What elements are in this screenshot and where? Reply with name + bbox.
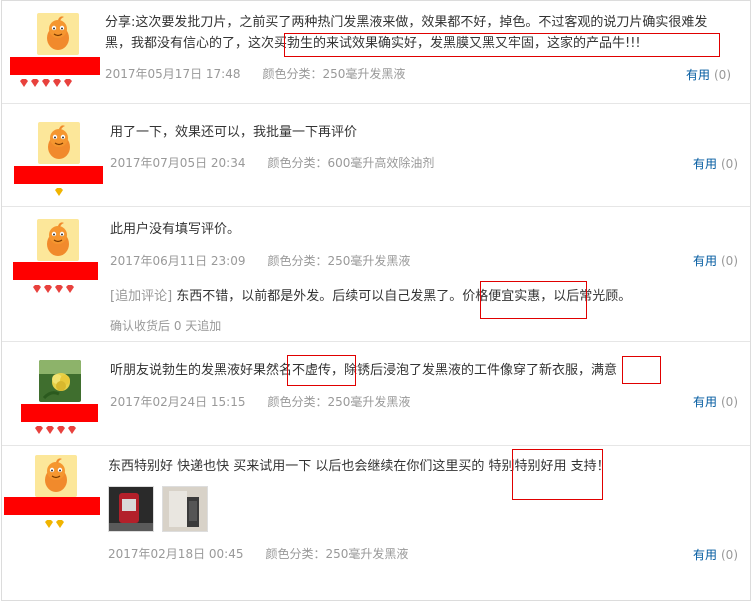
review-sku: 颜色分类：250毫升发黑液 bbox=[262, 67, 406, 81]
user-rank-badges bbox=[54, 187, 64, 199]
useful-count: (0) bbox=[721, 157, 738, 171]
review-date: 2017年02月24日 15:15 bbox=[110, 395, 246, 409]
useful-label[interactable]: 有用 bbox=[693, 157, 717, 171]
review-sku: 颜色分类：250毫升发黑液 bbox=[267, 395, 411, 409]
user-avatar[interactable] bbox=[37, 13, 79, 55]
diamond-icon bbox=[57, 426, 65, 434]
useful-button[interactable]: 有用 (0) bbox=[686, 66, 731, 83]
review-text: 听朋友说勃生的发黑液好果然名不虚传，除锈后浸泡了发黑液的工件像穿了新衣服，满意 bbox=[110, 363, 618, 378]
user-rank-badges bbox=[19, 78, 73, 90]
diamond-icon bbox=[35, 426, 43, 434]
review-meta: 2017年05月17日 17:48 颜色分类：250毫升发黑液 bbox=[105, 65, 405, 82]
user-rank-badges bbox=[34, 425, 77, 437]
redacted-username bbox=[4, 497, 100, 515]
useful-label[interactable]: 有用 bbox=[693, 254, 717, 268]
append-review: [追加评论] 东西不错，以前都是外发。后续可以自己发黑了。价格便宜实惠，以后常光… bbox=[110, 286, 734, 307]
review-meta: 2017年02月18日 00:45 颜色分类：250毫升发黑液 bbox=[108, 545, 408, 562]
append-note: 确认收货后 0 天追加 bbox=[110, 319, 222, 333]
redacted-username bbox=[14, 166, 103, 184]
diamond-icon bbox=[53, 79, 61, 87]
review-text: 分享:这次要发批刀片，之前买了两种热门发黑液来做，效果都不好，掉色。不过客观的说… bbox=[105, 15, 708, 51]
redacted-username bbox=[13, 262, 98, 280]
diamond-icon bbox=[20, 79, 28, 87]
useful-count: (0) bbox=[714, 68, 731, 82]
review-date: 2017年02月18日 00:45 bbox=[108, 547, 244, 561]
user-rank-badges bbox=[44, 519, 65, 531]
review-divider bbox=[2, 445, 750, 446]
useful-count: (0) bbox=[721, 254, 738, 268]
useful-label[interactable]: 有用 bbox=[693, 395, 717, 409]
photo-thumbnail[interactable] bbox=[162, 486, 208, 532]
product-photo-icon bbox=[109, 487, 153, 531]
diamond-icon bbox=[64, 79, 72, 87]
user-rank-badges bbox=[32, 284, 75, 296]
useful-label[interactable]: 有用 bbox=[693, 548, 717, 562]
review-date: 2017年07月05日 20:34 bbox=[110, 156, 246, 170]
photo-thumbnail[interactable] bbox=[108, 486, 154, 532]
user-avatar[interactable] bbox=[39, 360, 81, 402]
user-avatar[interactable] bbox=[35, 455, 77, 497]
useful-count: (0) bbox=[721, 548, 738, 562]
redacted-username bbox=[10, 57, 100, 75]
gold-diamond-icon bbox=[45, 520, 53, 528]
mascot-avatar-icon bbox=[35, 455, 77, 497]
review-meta: 2017年02月24日 15:15 颜色分类：250毫升发黑液 bbox=[110, 393, 410, 410]
mascot-avatar-icon bbox=[38, 122, 80, 164]
append-text: 东西不错，以前都是外发。后续可以自己发黑了。价格便宜实惠，以后常光顾。 bbox=[176, 289, 632, 304]
useful-button[interactable]: 有用 (0) bbox=[693, 252, 738, 269]
review-text: 用了一下，效果还可以，我批量一下再评价 bbox=[110, 125, 358, 140]
review-sku: 颜色分类：250毫升发黑液 bbox=[267, 254, 411, 268]
mascot-avatar-icon bbox=[37, 13, 79, 55]
review-text: 东西特别好 快递也快 买来试用一下 以后也会继续在你们这里买的 特别特别好用 支… bbox=[108, 459, 610, 474]
review-date: 2017年05月17日 17:48 bbox=[105, 67, 241, 81]
review-sku: 颜色分类：600毫升高效除油剂 bbox=[267, 156, 435, 170]
useful-label[interactable]: 有用 bbox=[686, 68, 710, 82]
product-photo-icon bbox=[163, 487, 207, 531]
diamond-icon bbox=[31, 79, 39, 87]
useful-button[interactable]: 有用 (0) bbox=[693, 155, 738, 172]
diamond-icon bbox=[66, 285, 74, 293]
user-avatar[interactable] bbox=[38, 122, 80, 164]
user-avatar[interactable] bbox=[37, 219, 79, 261]
append-tag: [追加评论] bbox=[110, 289, 173, 304]
diamond-icon bbox=[44, 285, 52, 293]
diamond-icon bbox=[42, 79, 50, 87]
review-meta: 2017年06月11日 23:09 颜色分类：250毫升发黑液 bbox=[110, 252, 410, 269]
mascot-avatar-icon bbox=[37, 219, 79, 261]
diamond-icon bbox=[68, 426, 76, 434]
useful-count: (0) bbox=[721, 395, 738, 409]
redacted-username bbox=[21, 404, 98, 422]
review-meta: 2017年07月05日 20:34 颜色分类：600毫升高效除油剂 bbox=[110, 154, 434, 171]
review-date: 2017年06月11日 23:09 bbox=[110, 254, 246, 268]
diamond-icon bbox=[55, 285, 63, 293]
diamond-icon bbox=[33, 285, 41, 293]
useful-button[interactable]: 有用 (0) bbox=[693, 393, 738, 410]
gold-diamond-icon bbox=[56, 520, 64, 528]
review-text: 此用户没有填写评价。 bbox=[110, 222, 241, 237]
diamond-icon bbox=[46, 426, 54, 434]
flower-avatar-icon bbox=[39, 360, 81, 402]
review-divider bbox=[2, 103, 750, 104]
useful-button[interactable]: 有用 (0) bbox=[693, 546, 738, 563]
gold-diamond-icon bbox=[55, 188, 63, 196]
review-divider bbox=[2, 206, 750, 207]
review-sku: 颜色分类：250毫升发黑液 bbox=[265, 547, 409, 561]
review-divider bbox=[2, 341, 750, 342]
